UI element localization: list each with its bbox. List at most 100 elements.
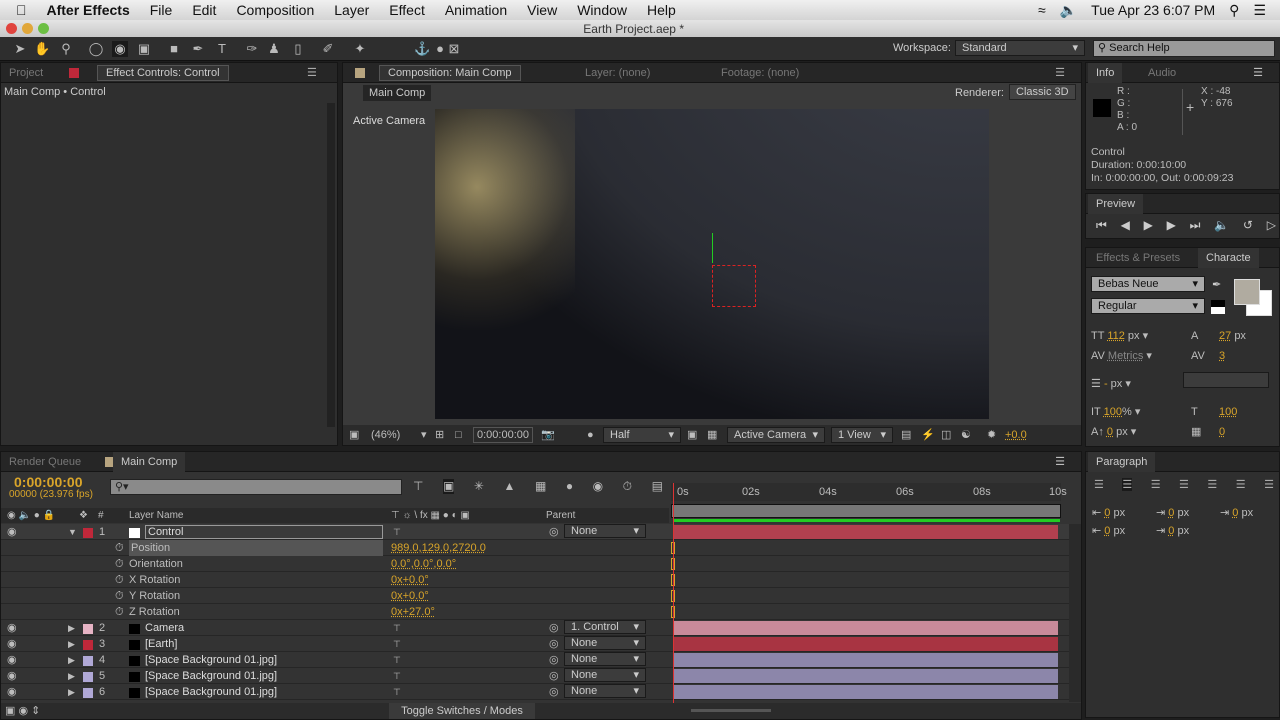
visibility-eye-icon[interactable]: ◉	[7, 668, 17, 684]
view-layout-dropdown[interactable]: 1 View ▾	[831, 427, 893, 443]
shy-switch-icon[interactable]: ⊤	[393, 524, 401, 540]
parent-pickwhip-icon[interactable]: ◎	[549, 668, 559, 684]
tab-render-queue[interactable]: Render Queue	[1, 452, 89, 472]
previous-frame-icon[interactable]: ◀	[1121, 218, 1130, 233]
kerning-value[interactable]: Metrics	[1108, 350, 1143, 362]
fill-color-swatch[interactable]	[1234, 279, 1260, 305]
menu-composition[interactable]: Composition	[236, 2, 314, 18]
tab-composition[interactable]: Composition: Main Comp	[379, 65, 521, 81]
view-axis-mode-icon[interactable]: ⊠	[446, 41, 462, 57]
shy-switch-icon[interactable]: ⊤	[393, 620, 401, 636]
orbit-camera-tool-icon[interactable]: ◉	[112, 41, 128, 57]
stopwatch-icon[interactable]: ⏱	[115, 604, 124, 620]
parent-dropdown[interactable]: 1. Control ▾	[564, 620, 646, 634]
font-size-value[interactable]: 112	[1107, 330, 1125, 342]
menu-animation[interactable]: Animation	[445, 2, 507, 18]
apple-icon[interactable]: 	[16, 2, 27, 18]
region-of-interest-icon[interactable]: ▣	[687, 425, 697, 445]
property-value[interactable]: 0.0°,0.0°,0.0°	[391, 556, 456, 572]
panel-menu-icon[interactable]: ☰	[1055, 66, 1065, 79]
horizontal-scale-value[interactable]: 100	[1219, 402, 1237, 422]
camera-view-dropdown[interactable]: Active Camera ▾	[727, 427, 825, 443]
space-before-value[interactable]: 0	[1104, 525, 1110, 537]
clock[interactable]: Tue Apr 23 6:07 PM	[1091, 2, 1215, 18]
transparency-grid-icon[interactable]: ▦	[707, 425, 717, 445]
workspace-dropdown[interactable]: Standard ▾	[955, 40, 1085, 56]
justify-all-icon[interactable]: ☰	[1264, 478, 1274, 491]
y-axis-gizmo[interactable]	[712, 233, 713, 263]
property-row[interactable]: ⏱ Z Rotation 0x+27.0°	[1, 604, 1069, 620]
menu-layer[interactable]: Layer	[334, 2, 369, 18]
parent-dropdown[interactable]: None ▾	[564, 684, 646, 698]
layer-label-color[interactable]	[83, 624, 93, 634]
panel-menu-icon[interactable]: ☰	[1055, 455, 1065, 468]
pixel-aspect-icon[interactable]: ▤	[901, 425, 911, 445]
parent-pickwhip-icon[interactable]: ◎	[549, 620, 559, 636]
tab-footage[interactable]: Footage: (none)	[713, 63, 807, 83]
parent-dropdown[interactable]: None ▾	[564, 524, 646, 538]
expand-triangle-icon[interactable]: ▶	[68, 668, 75, 684]
align-left-icon[interactable]: ☰	[1094, 478, 1104, 491]
column-layer-name[interactable]: Layer Name	[129, 508, 183, 523]
audio-icon[interactable]: 🔈	[1214, 218, 1229, 233]
comp-mini-flowchart-icon[interactable]: ⊤	[413, 479, 423, 494]
last-frame-icon[interactable]: ⏭	[1190, 218, 1201, 233]
justify-center-icon[interactable]: ☰	[1207, 478, 1217, 491]
space-after-value[interactable]: 0	[1168, 525, 1174, 537]
snapshot-icon[interactable]: 📷	[541, 425, 555, 445]
shy-switch-icon[interactable]: ⊤	[393, 668, 401, 684]
property-row[interactable]: ⏱ Y Rotation 0x+0.0°	[1, 588, 1069, 604]
indent-first-value[interactable]: 0	[1168, 507, 1174, 519]
motion-blur-icon[interactable]: ●	[566, 479, 573, 494]
vertical-scale-value[interactable]: 100	[1104, 406, 1122, 418]
expand-triangle-icon[interactable]: ▶	[68, 620, 75, 636]
rotate-tool-icon[interactable]: ◯	[88, 41, 104, 57]
magnification-dropdown[interactable]: (46%)	[371, 425, 400, 445]
tab-layer[interactable]: Layer: (none)	[577, 63, 658, 83]
current-time-indicator[interactable]	[673, 483, 674, 703]
align-center-icon[interactable]: ☰	[1122, 478, 1133, 491]
current-time[interactable]: 0:00:00:00	[14, 474, 83, 490]
layer-duration-bar[interactable]	[674, 685, 1058, 699]
layer-duration-bar[interactable]	[674, 525, 1058, 539]
layer-name[interactable]: [Space Background 01.jpg]	[145, 684, 277, 700]
font-style-dropdown[interactable]: Regular ▾	[1091, 298, 1205, 314]
renderer-button[interactable]: Classic 3D	[1009, 84, 1076, 100]
baseline-shift-value[interactable]: 0	[1107, 426, 1113, 438]
layer-duration-bar[interactable]	[674, 653, 1058, 667]
track-xy-camera-icon[interactable]: ▣	[136, 41, 152, 57]
hand-tool-icon[interactable]: ✋	[34, 41, 50, 57]
tab-main-comp[interactable]: Main Comp	[113, 452, 186, 472]
exposure-value[interactable]: +0.0	[1005, 425, 1027, 445]
notification-icon[interactable]: ☰	[1253, 2, 1266, 19]
menu-app[interactable]: After Effects	[47, 2, 130, 18]
mask-visibility-icon[interactable]: □	[455, 425, 462, 445]
layer-row[interactable]: ◉ ▶ 4 [Space Background 01.jpg] ⊤ ◎ None…	[1, 652, 1069, 668]
layer-label-color[interactable]	[83, 528, 93, 538]
parent-dropdown[interactable]: None ▾	[564, 668, 646, 682]
stroke-width-value[interactable]: -	[1104, 378, 1108, 390]
rectangle-tool-icon[interactable]: ■	[166, 41, 182, 57]
tab-paragraph[interactable]: Paragraph	[1088, 452, 1156, 472]
tab-audio[interactable]: Audio	[1140, 63, 1184, 83]
parent-pickwhip-icon[interactable]: ◎	[549, 524, 559, 540]
menu-help[interactable]: Help	[647, 2, 676, 18]
layer-duration-bar[interactable]	[674, 669, 1058, 683]
layer-name[interactable]: [Earth]	[145, 636, 177, 652]
property-value[interactable]: 0x+0.0°	[391, 572, 429, 588]
justify-right-icon[interactable]: ☰	[1236, 478, 1246, 491]
menu-edit[interactable]: Edit	[192, 2, 216, 18]
puppet-pin-tool-icon[interactable]: ✦	[352, 41, 368, 57]
wifi-icon[interactable]: ≈	[1038, 2, 1046, 18]
zoom-slider[interactable]	[691, 709, 771, 712]
layer-name[interactable]: Camera	[145, 620, 184, 636]
stroke-style-dropdown[interactable]: ​	[1183, 372, 1269, 388]
zoom-window-button[interactable]	[38, 23, 49, 34]
eraser-tool-icon[interactable]: ▯	[290, 41, 306, 57]
property-row[interactable]: ⏱ X Rotation 0x+0.0°	[1, 572, 1069, 588]
draft-3d-icon[interactable]: ✳	[474, 479, 484, 494]
minimize-window-button[interactable]	[22, 23, 33, 34]
comp-navigator-button[interactable]: Main Comp	[363, 85, 432, 101]
menu-effect[interactable]: Effect	[389, 2, 425, 18]
layer-label-color[interactable]	[83, 640, 93, 650]
